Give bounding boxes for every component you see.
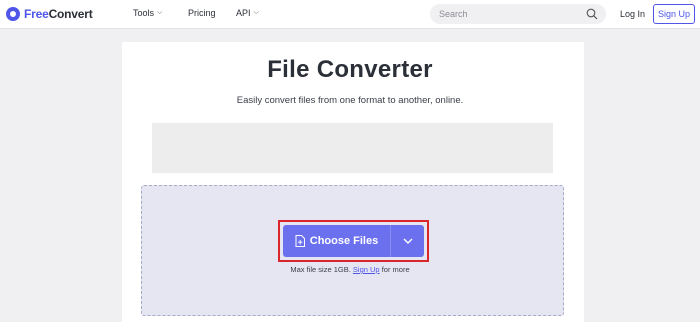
signup-inline-link[interactable]: Sign Up (353, 265, 380, 274)
nav-api-label: API (236, 8, 251, 18)
nav-api[interactable]: API ⌵ (236, 8, 259, 18)
search-input[interactable] (439, 7, 579, 21)
nav-tools-label: Tools (133, 8, 155, 18)
nav-pricing[interactable]: Pricing (188, 8, 216, 18)
nav-pricing-label: Pricing (188, 8, 216, 18)
signup-button[interactable]: Sign Up (653, 4, 695, 24)
choose-files-button[interactable]: Choose Files (283, 225, 390, 257)
file-plus-icon (295, 235, 305, 247)
chevron-down-icon: ⌵ (253, 9, 259, 16)
logo-icon (6, 7, 20, 21)
login-link[interactable]: Log In (620, 9, 645, 19)
max-size-suffix: for more (381, 265, 410, 274)
choose-files-label: Choose Files (309, 235, 379, 247)
page-title: File Converter (267, 56, 433, 83)
top-navbar: FreeConvert Tools ⌵ Pricing API ⌵ Log In… (0, 0, 700, 29)
source-dropdown-button[interactable] (390, 225, 424, 257)
nav-tools[interactable]: Tools ⌵ (133, 8, 162, 18)
ad-placeholder (152, 123, 553, 173)
chevron-down-icon: ⌵ (157, 9, 163, 16)
chevron-down-icon (403, 238, 412, 244)
search-bar (430, 4, 606, 24)
logo-text: FreeConvert (24, 7, 93, 21)
max-size-text: Max file size 1GB. (290, 265, 351, 274)
search-icon[interactable] (586, 8, 598, 20)
site-logo[interactable]: FreeConvert (6, 6, 93, 22)
max-file-size-note: Max file size 1GB. Sign Up for more (0, 265, 700, 274)
page-subtitle: Easily convert files from one format to … (236, 95, 464, 106)
